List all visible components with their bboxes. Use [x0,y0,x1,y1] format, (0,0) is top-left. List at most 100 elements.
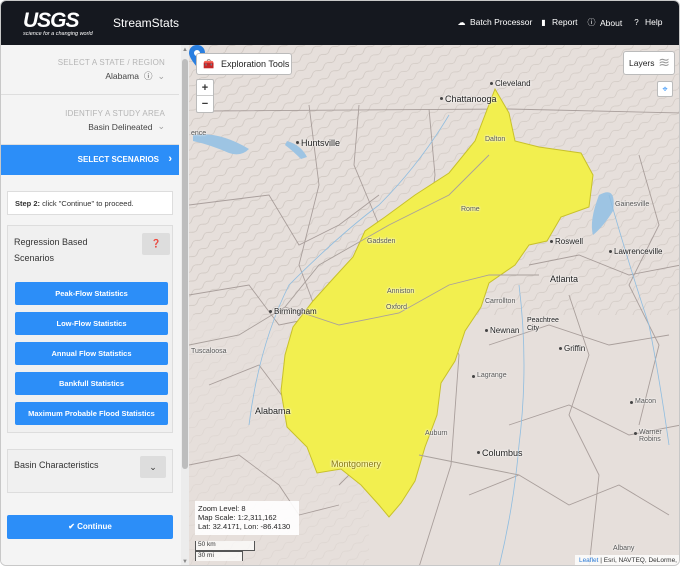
place-gadsden: Gadsden [367,238,396,245]
zoom-in-button[interactable]: + [197,80,213,96]
info-icon: ⓘ [587,18,596,27]
expand-basin-button[interactable]: ⌄ [140,456,166,478]
nav-label: Report [552,17,578,27]
basemap [189,45,679,565]
place-columbus: Columbus [477,448,523,458]
place-warner-robins: Warner Robins [634,429,679,443]
place-anniston: Anniston [387,288,415,295]
map-view[interactable]: Cleveland Chattanooga Huntsville ence Da… [189,45,679,565]
place-atlanta: Atlanta [550,274,579,284]
place-oxford: Oxford [386,304,408,311]
usgs-logo-mark: USGS [23,9,80,32]
step-instructions: Step 2: click "Continue" to proceed. [7,191,173,215]
study-area-value-row[interactable]: Basin Delineated ⌄ [88,121,165,132]
chevron-down-icon[interactable]: ⌄ [157,121,165,132]
state-value: Alabama [105,71,139,81]
scale-km: 50 km [195,541,255,551]
place-lagrange: Lagrange [472,372,507,379]
annual-flow-statistics-button[interactable]: Annual Flow Statistics [15,342,168,365]
app-header: USGS science for a changing world Stream… [1,1,679,45]
layers-icon: ≋ [658,54,670,70]
select-scenarios-header[interactable]: SELECT SCENARIOS › [1,145,179,175]
chevron-right-icon: › [168,153,172,165]
layers-button[interactable]: Layers ≋ [623,51,675,75]
question-icon: ? [634,17,639,27]
place-cleveland: Cleveland [490,79,531,88]
check-circle-icon: ✔ [68,522,75,531]
exploration-tools-label: Exploration Tools [221,59,290,69]
place-lawrenceville: Lawrenceville [608,247,663,256]
place-huntsville: Huntsville [295,138,341,148]
attribution-text: | Esri, NAVTEQ, DeLorme, [600,557,677,564]
step-text: click "Continue" to proceed. [40,199,134,208]
continue-button[interactable]: ✔ Continue [7,515,173,539]
place-gainesville: Gainesville [615,201,650,208]
place-rome: Rome [461,206,480,213]
place-griffin: Griffin [558,344,586,353]
state-section[interactable]: SELECT A STATE / REGION Alabama ⓘ ⌄ [1,45,179,95]
info-icon[interactable]: ⓘ [144,70,153,82]
map-scale-text: Map Scale: 1:2,311,162 [198,513,277,522]
step-number: Step 2: [15,199,41,208]
scroll-down-icon[interactable]: ▼ [182,559,188,565]
zoom-out-button[interactable]: − [197,96,213,112]
place-roswell: Roswell [549,237,584,246]
nav-report[interactable]: ▮ Report [539,17,578,27]
regression-scenarios-panel: Regression Based Scenarios ❓ Peak-Flow S… [7,225,173,433]
chevron-down-icon: ⌄ [149,462,157,472]
select-scenarios-label: SELECT SCENARIOS [77,155,159,164]
place-chattanooga: Chattanooga [440,94,497,104]
help-button[interactable]: ❓ [142,233,170,255]
peak-flow-statistics-button[interactable]: Peak-Flow Statistics [15,282,168,305]
place-montgomery: Montgomery [331,459,382,469]
sidebar: SELECT A STATE / REGION Alabama ⓘ ⌄ IDEN… [1,45,181,565]
question-circle-icon: ❓ [151,239,161,248]
regression-scenarios-title: Regression Based Scenarios [14,237,88,263]
basin-characteristics-panel[interactable]: Basin Characteristics ⌄ [7,449,173,493]
usgs-logo[interactable]: USGS science for a changing world [23,9,103,39]
place-tuscaloosa: Tuscaloosa [189,348,227,355]
nav-about[interactable]: ⓘ About [587,17,623,28]
map-info-box: Zoom Level: 8 Map Scale: 1:2,311,162 Lat… [195,501,299,535]
layers-label: Layers [629,58,655,68]
place-dalton: Dalton [485,136,506,143]
place-ence: ence [191,130,207,137]
bankfull-statistics-button[interactable]: Bankfull Statistics [15,372,168,395]
nav-help[interactable]: ? Help [632,17,662,27]
toolbox-icon: 🧰 [203,59,215,69]
zoom-control: + − [196,79,214,113]
nav-batch-processor[interactable]: ☁ Batch Processor [457,17,533,27]
place-albany: Albany [613,545,635,552]
place-newnan: Newnan [484,326,520,335]
continue-label: Continue [77,522,112,531]
place-peachtree-city: Peachtree City [527,317,559,332]
state-label: SELECT A STATE / REGION [57,58,165,67]
locate-icon[interactable]: ⌖ [657,81,673,97]
leaflet-link[interactable]: Leaflet [579,557,599,564]
exploration-tools-button[interactable]: 🧰 Exploration Tools [196,53,292,75]
nav-label: About [600,17,623,28]
nav-label: Batch Processor [470,17,533,27]
study-area-label: IDENTIFY A STUDY AREA [65,109,165,118]
scroll-up-icon[interactable]: ▲ [182,47,188,53]
study-area-value: Basin Delineated [88,121,153,132]
bookmark-icon: ▮ [541,17,546,27]
study-area-section[interactable]: IDENTIFY A STUDY AREA Basin Delineated ⌄ [1,95,179,145]
place-birmingham: Birmingham [269,307,317,316]
usgs-logo-tagline: science for a changing world [23,31,93,37]
cloud-icon: ☁ [457,17,466,27]
basin-characteristics-title: Basin Characteristics [14,460,99,470]
app-title: StreamStats [113,16,180,30]
place-carrollton: Carrollton [485,298,516,305]
sidebar-scrollbar[interactable]: ▲ ▼ [181,45,189,565]
place-alabama: Alabama [255,406,291,416]
map-attribution: Leaflet | Esri, NAVTEQ, DeLorme, [574,555,679,565]
place-auburn: Auburn [425,430,448,437]
chevron-down-icon[interactable]: ⌄ [157,71,165,82]
scale-bar: 50 km 30 mi [195,541,257,561]
nav-label: Help [645,17,663,27]
scrollbar-thumb[interactable] [182,59,188,469]
state-value-row[interactable]: Alabama ⓘ ⌄ [105,70,165,82]
low-flow-statistics-button[interactable]: Low-Flow Statistics [15,312,168,335]
maximum-probable-flood-button[interactable]: Maximum Probable Flood Statistics [15,402,168,425]
